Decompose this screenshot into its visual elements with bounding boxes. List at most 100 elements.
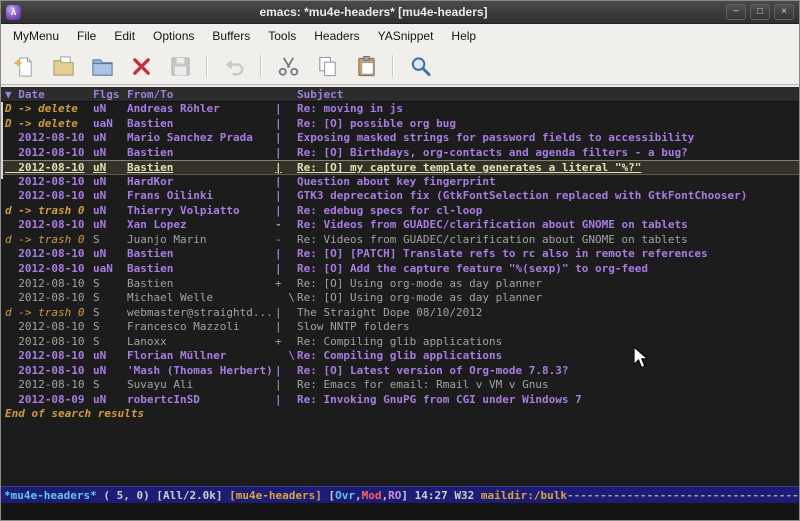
modeline-modified: Mod	[362, 489, 382, 502]
message-from: robertcInSD	[127, 393, 275, 408]
message-row[interactable]: 2012-08-10 uN 'Mash (Thomas Herbert) | R…	[1, 364, 799, 379]
message-thread-mark: |	[275, 247, 297, 262]
menu-headers[interactable]: Headers	[305, 24, 368, 48]
message-flags: S	[93, 291, 127, 306]
message-date: 2012-08-10	[5, 247, 93, 262]
message-row[interactable]: d -> trash 0 S webmaster@straightd... | …	[1, 306, 799, 321]
message-date: 2012-08-10	[5, 349, 93, 364]
new-file-button[interactable]	[11, 53, 37, 79]
kill-buffer-button[interactable]	[128, 53, 154, 79]
message-flags: uN	[93, 102, 127, 117]
scrollbar-thumb[interactable]	[1, 102, 3, 179]
column-header-from[interactable]: From/To	[127, 87, 275, 101]
message-row[interactable]: 2012-08-10 uN Bastien | Re: [O] [PATCH] …	[1, 247, 799, 262]
message-date: 2012-08-10	[5, 335, 93, 350]
modeline-buffer-name: *mu4e-headers*	[4, 489, 97, 502]
message-flags: uN	[93, 189, 127, 204]
menu-options[interactable]: Options	[144, 24, 203, 48]
message-row[interactable]: D -> delete uN Andreas Röhler | Re: movi…	[1, 102, 799, 117]
modeline-comma: ,	[382, 489, 389, 502]
message-flags: S	[93, 335, 127, 350]
column-header-flags[interactable]: Flgs	[93, 87, 127, 101]
minimize-button[interactable]: −	[726, 4, 746, 20]
echo-area[interactable]	[1, 503, 799, 520]
new-file-icon	[13, 55, 36, 78]
maximize-button[interactable]: □	[750, 4, 770, 20]
message-subject: GTK3 deprecation fix (GtkFontSelection r…	[297, 189, 799, 204]
message-row[interactable]: 2012-08-10 uaN Bastien | Re: [O] Add the…	[1, 262, 799, 277]
message-row[interactable]: 2012-08-10 S Bastien + Re: [O] Using org…	[1, 277, 799, 292]
message-subject: Re: [O] Using org-mode as day planner	[297, 291, 799, 306]
message-flags: uN	[93, 218, 127, 233]
copy-button[interactable]	[314, 53, 340, 79]
message-row[interactable]: 2012-08-10 uN Florian Müllner \ Re: Comp…	[1, 349, 799, 364]
message-row[interactable]: 2012-08-10 uN Xan Lopez - Re: Videos fro…	[1, 218, 799, 233]
open-file-button[interactable]	[50, 53, 76, 79]
message-row[interactable]: 2012-08-09 uN robertcInSD | Re: Invoking…	[1, 393, 799, 408]
message-from: Bastien	[127, 262, 275, 277]
menu-help[interactable]: Help	[442, 24, 485, 48]
message-date: 2012-08-10	[5, 277, 93, 292]
message-date: 2012-08-09	[5, 393, 93, 408]
message-from: 'Mash (Thomas Herbert)	[127, 364, 275, 379]
message-row[interactable]: 2012-08-10 uN Mario Sanchez Prada | Expo…	[1, 131, 799, 146]
message-row[interactable]: 2012-08-10 S Lanoxx + Re: Compiling glib…	[1, 335, 799, 350]
modeline-folder: maildir:/bulk	[481, 489, 567, 502]
message-flags: uaN	[93, 262, 127, 277]
message-date: D -> delete	[5, 117, 93, 132]
search-icon	[409, 55, 432, 78]
dired-button[interactable]	[89, 53, 115, 79]
message-flags: S	[93, 320, 127, 335]
message-date: d -> trash 0	[5, 233, 93, 248]
message-from: Florian Müllner	[127, 349, 275, 364]
menu-mymenu[interactable]: MyMenu	[4, 24, 68, 48]
message-thread-mark: |	[275, 393, 297, 408]
message-row[interactable]: 2012-08-10 S Francesco Mazzoli | Slow NN…	[1, 320, 799, 335]
message-row[interactable]: 2012-08-10 uN Bastien | Re: [O] my captu…	[1, 160, 799, 175]
clipboard-icon	[355, 55, 378, 78]
message-thread-mark: \	[275, 291, 297, 306]
message-row[interactable]: 2012-08-10 uN Frans Oilinki | GTK3 depre…	[1, 189, 799, 204]
emacs-icon[interactable]: λ	[6, 5, 21, 20]
menu-edit[interactable]: Edit	[105, 24, 144, 48]
menu-file[interactable]: File	[68, 24, 105, 48]
message-thread-mark: |	[275, 262, 297, 277]
message-from: Frans Oilinki	[127, 189, 275, 204]
message-row[interactable]: d -> trash 0 S Juanjo Marin - Re: Videos…	[1, 233, 799, 248]
column-header-date[interactable]: ▼ Date	[5, 87, 93, 101]
copy-icon	[316, 55, 339, 78]
message-thread-mark: |	[275, 204, 297, 219]
header-line: ▼ Date Flgs From/To Subject	[1, 87, 799, 102]
modeline-window-id: W32	[454, 489, 481, 502]
menu-tools[interactable]: Tools	[259, 24, 305, 48]
menu-yasnippet[interactable]: YASnippet	[369, 24, 443, 48]
search-button[interactable]	[407, 53, 433, 79]
message-subject: Re: [O] Birthdays, org-contacts and agen…	[297, 146, 799, 161]
scissors-icon	[277, 55, 300, 78]
column-header-subject[interactable]: Subject	[297, 87, 799, 101]
message-date: 2012-08-10	[5, 175, 93, 190]
close-x-icon	[130, 55, 153, 78]
message-row[interactable]: 2012-08-10 uN HardKor | Question about k…	[1, 175, 799, 190]
toolbar-separator	[260, 55, 262, 77]
message-thread-mark: |	[275, 102, 297, 117]
message-row[interactable]: 2012-08-10 uN Bastien | Re: [O] Birthday…	[1, 146, 799, 161]
modeline-size: [All/2.0k]	[156, 489, 229, 502]
close-button[interactable]: ×	[774, 4, 794, 20]
column-header-spacer	[275, 87, 297, 101]
message-row[interactable]: D -> delete uaN Bastien | Re: [O] possib…	[1, 117, 799, 132]
modeline-time: 14:27	[415, 489, 455, 502]
message-row[interactable]: 2012-08-10 S Michael Welle \ Re: [O] Usi…	[1, 291, 799, 306]
message-date: 2012-08-10	[5, 146, 93, 161]
message-subject: Re: Compiling glib applications	[297, 335, 799, 350]
message-from: Thierry Volpiatto	[127, 204, 275, 219]
cut-button[interactable]	[275, 53, 301, 79]
window-controls: − □ ×	[726, 4, 794, 20]
menu-buffers[interactable]: Buffers	[203, 24, 259, 48]
message-flags: S	[93, 233, 127, 248]
message-row[interactable]: d -> trash 0 uN Thierry Volpiatto | Re: …	[1, 204, 799, 219]
modeline-comma: ,	[355, 489, 362, 502]
end-of-results: End of search results	[1, 407, 799, 422]
message-row[interactable]: 2012-08-10 S Suvayu Ali | Re: Emacs for …	[1, 378, 799, 393]
paste-button[interactable]	[353, 53, 379, 79]
